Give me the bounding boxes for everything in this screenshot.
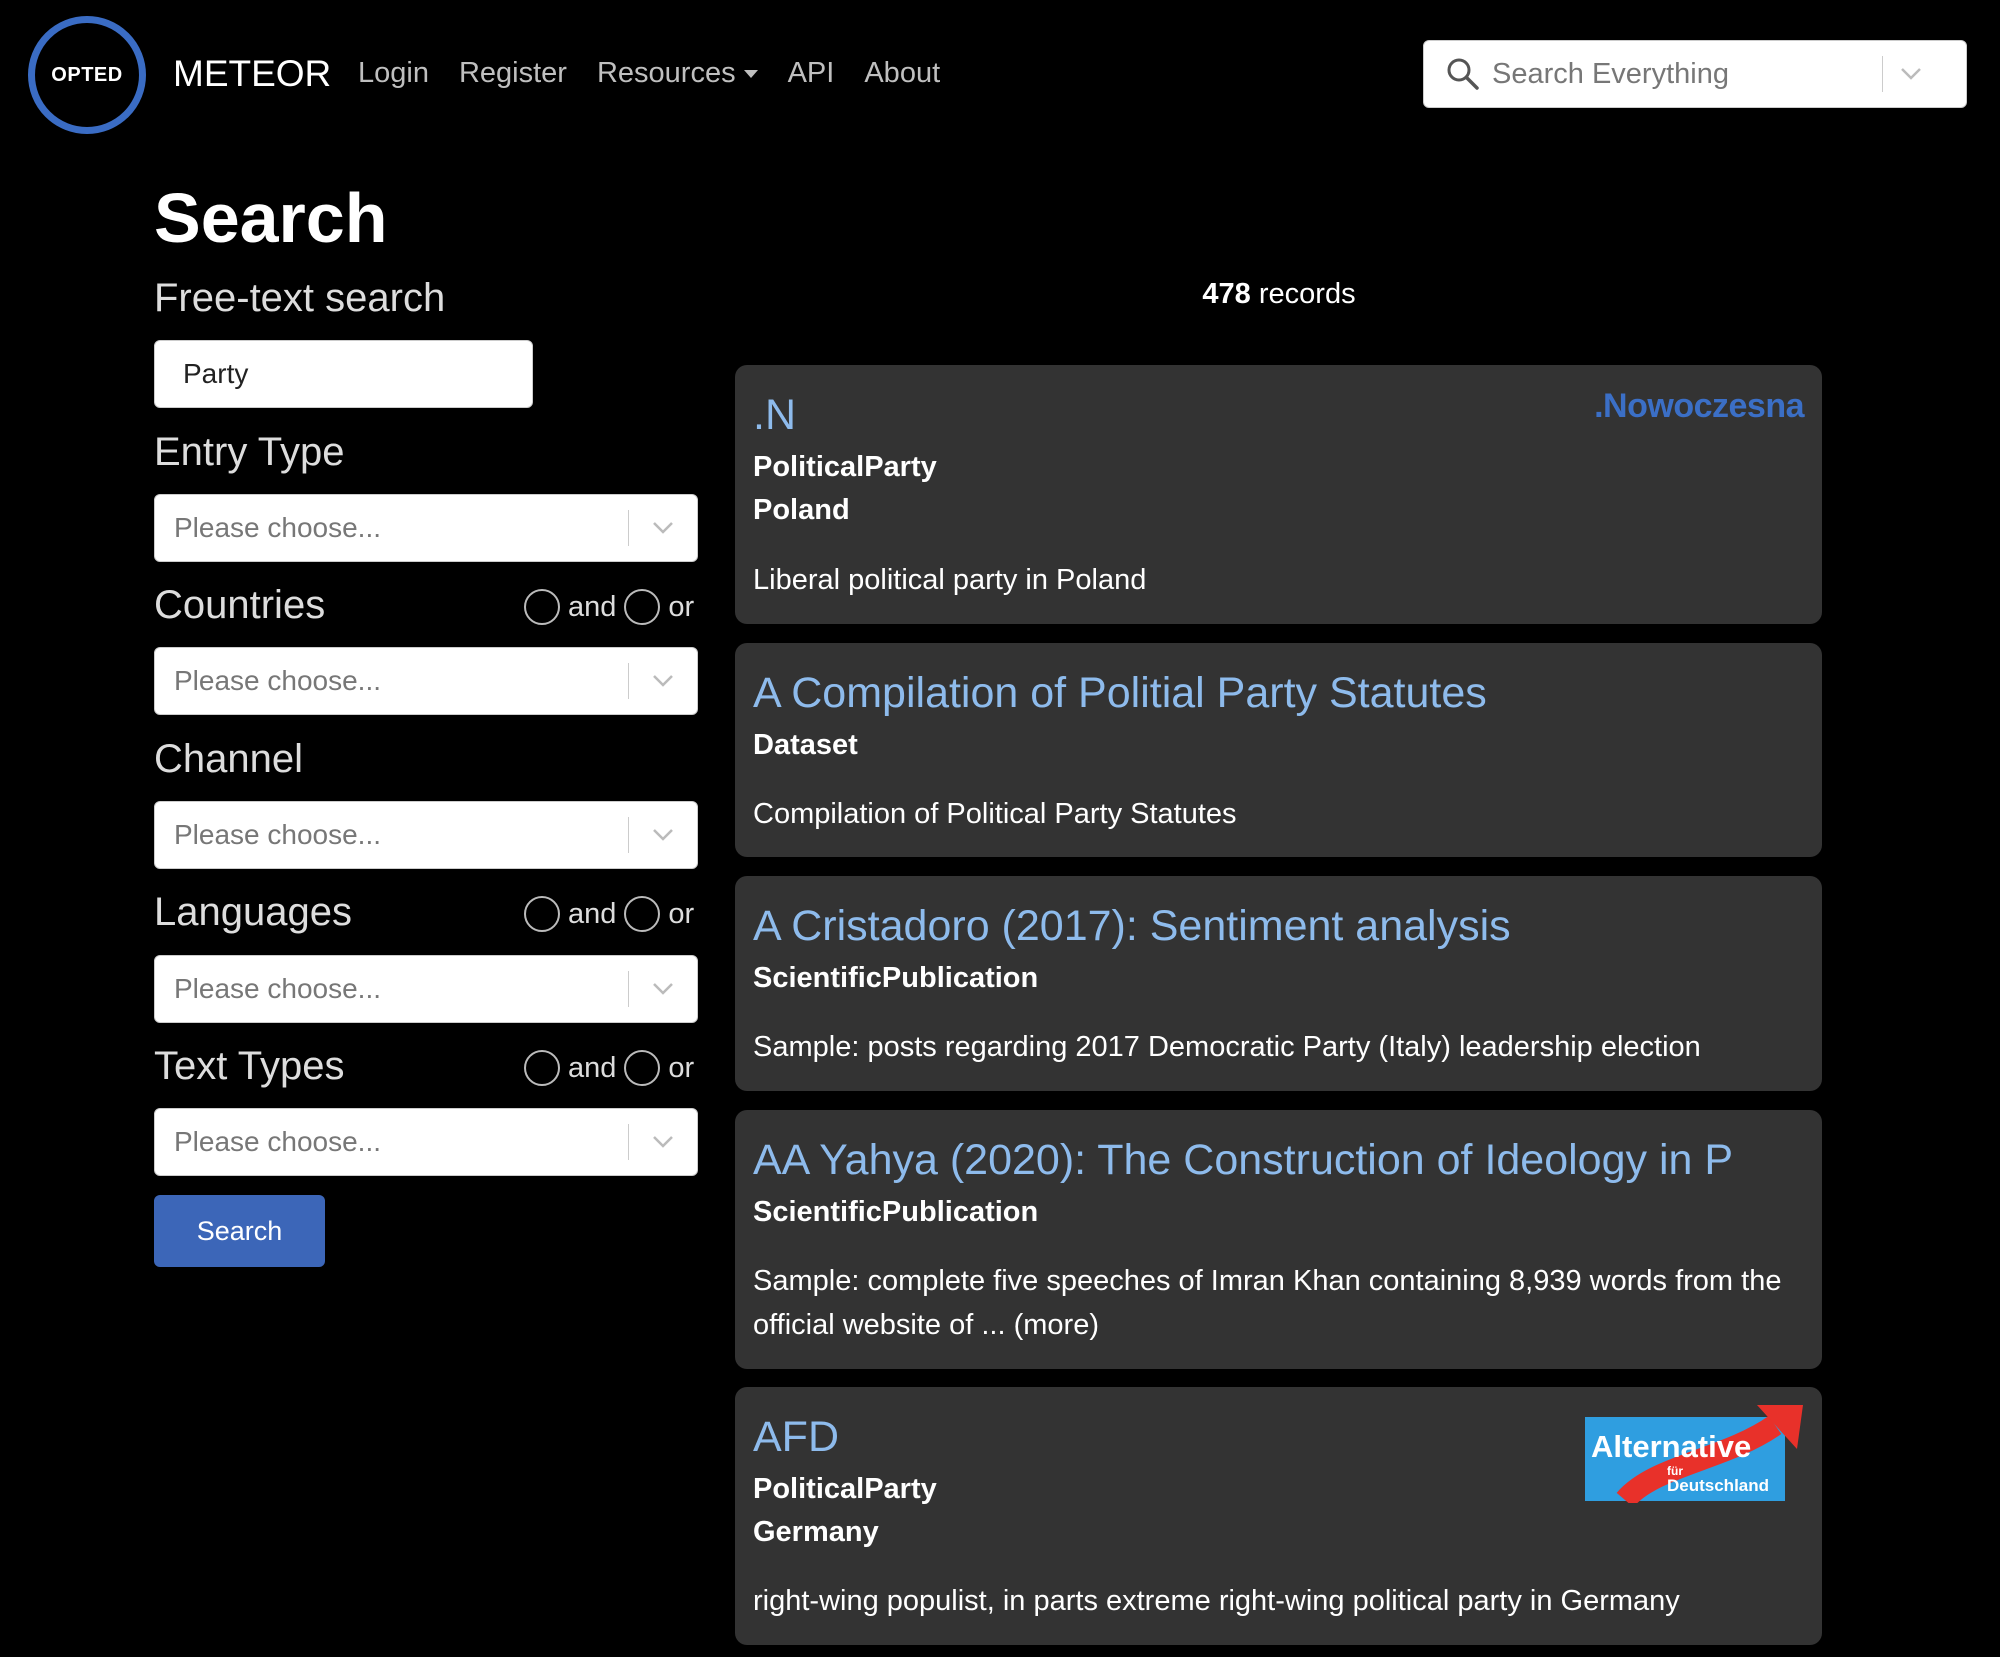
result-title[interactable]: .N: [753, 391, 796, 440]
text-types-label: Text Types: [154, 1044, 345, 1088]
page-title: Search: [154, 179, 388, 257]
text-types-select[interactable]: Please choose...: [154, 1108, 698, 1176]
result-card: A Cristadoro (2017): Sentiment analysis …: [735, 876, 1822, 1091]
chevron-down-icon: [653, 522, 673, 534]
nowoczesna-logo: .Nowoczesna: [1594, 387, 1804, 425]
result-title[interactable]: A Cristadoro (2017): Sentiment analysis: [753, 902, 1511, 951]
result-title[interactable]: AFD: [753, 1413, 839, 1462]
channel-label: Channel: [154, 737, 304, 781]
free-text-input[interactable]: [154, 340, 533, 408]
and-label: and: [568, 1051, 617, 1084]
text-types-or-radio[interactable]: [624, 1050, 661, 1086]
result-type: ScientificPublication: [753, 962, 1039, 994]
countries-select[interactable]: Please choose...: [154, 647, 698, 715]
languages-and-radio[interactable]: [524, 896, 560, 932]
result-card: A Compilation of Politial Party Statutes…: [735, 643, 1822, 857]
free-text-label: Free-text search: [154, 276, 446, 320]
or-label: or: [668, 1051, 695, 1084]
result-title[interactable]: A Compilation of Politial Party Statutes: [753, 669, 1487, 718]
countries-label: Countries: [154, 583, 326, 627]
countries-and-radio[interactable]: [524, 589, 560, 625]
result-description: Sample: posts regarding 2017 Democratic …: [753, 1031, 1701, 1063]
text-types-placeholder: Please choose...: [174, 1126, 382, 1157]
dropdown-toggle[interactable]: [629, 521, 697, 535]
chevron-down-icon: [653, 675, 673, 687]
chevron-down-icon: [653, 1136, 673, 1148]
dropdown-toggle[interactable]: [629, 828, 697, 842]
dropdown-toggle[interactable]: [629, 674, 697, 688]
nav-resources-dropdown[interactable]: Resources: [597, 57, 758, 90]
languages-select[interactable]: Please choose...: [154, 955, 698, 1023]
text-types-and-radio[interactable]: [524, 1050, 560, 1086]
dropdown-toggle[interactable]: [629, 1135, 697, 1149]
result-country: Germany: [753, 1516, 879, 1548]
afd-logo-graphic: Alternative für Deutschland: [1585, 1405, 1803, 1508]
result-title[interactable]: AA Yahya (2020): The Construction of Ide…: [753, 1136, 1733, 1185]
opted-logo[interactable]: OPTED: [28, 16, 146, 134]
global-search-box: [1423, 40, 1967, 108]
languages-or-radio[interactable]: [624, 896, 661, 932]
text-types-logic-toggle: and or: [524, 1050, 702, 1086]
result-type: PoliticalParty: [753, 451, 937, 483]
or-label: or: [668, 590, 695, 623]
countries-placeholder: Please choose...: [174, 665, 382, 696]
languages-logic-toggle: and or: [524, 896, 702, 932]
result-country: Poland: [753, 494, 850, 526]
records-count: 478 records: [1000, 278, 1558, 311]
navbar: OPTED METEOR Login Register Resources AP…: [0, 0, 2000, 150]
result-description: Liberal political party in Poland: [753, 564, 1147, 596]
result-description: Compilation of Political Party Statutes: [753, 798, 1237, 830]
records-number: 478: [1202, 278, 1251, 310]
nav-login[interactable]: Login: [358, 57, 429, 90]
global-search-input[interactable]: [1492, 57, 1882, 91]
and-label: and: [568, 590, 617, 623]
global-search-dropdown[interactable]: [1883, 67, 1939, 81]
result-description: Sample: complete five speeches of Imran …: [753, 1265, 1782, 1341]
entry-type-label: Entry Type: [154, 430, 345, 474]
result-card: .N PoliticalParty Poland Liberal politic…: [735, 365, 1822, 624]
afd-logo-sub2: Deutschland: [1667, 1476, 1769, 1495]
entry-type-select[interactable]: Please choose...: [154, 494, 698, 562]
entry-type-placeholder: Please choose...: [174, 512, 382, 543]
result-type: ScientificPublication: [753, 1196, 1039, 1228]
search-button[interactable]: Search: [154, 1195, 325, 1267]
languages-placeholder: Please choose...: [174, 973, 382, 1004]
languages-label: Languages: [154, 890, 352, 934]
result-type: PoliticalParty: [753, 1473, 937, 1505]
chevron-down-icon: [653, 829, 673, 841]
result-type: Dataset: [753, 729, 858, 761]
channel-select[interactable]: Please choose...: [154, 801, 698, 869]
afd-logo: Alternative für Deutschland: [1585, 1405, 1803, 1508]
afd-logo-main: Alternative: [1591, 1429, 1751, 1464]
dropdown-toggle[interactable]: [629, 982, 697, 996]
nav-register[interactable]: Register: [459, 57, 567, 90]
records-suffix: records: [1258, 278, 1356, 310]
chevron-down-icon: [653, 983, 673, 995]
channel-placeholder: Please choose...: [174, 819, 382, 850]
nav-resources-label: Resources: [596, 57, 736, 89]
countries-logic-toggle: and or: [524, 589, 702, 625]
nav-links: Login Register Resources API About: [358, 57, 970, 90]
and-label: and: [568, 897, 617, 930]
nav-api[interactable]: API: [788, 57, 835, 90]
chevron-down-icon: [1901, 68, 1921, 80]
search-icon: [1447, 58, 1479, 90]
or-label: or: [668, 897, 695, 930]
result-description: right-wing populist, in parts extreme ri…: [753, 1585, 1680, 1617]
nav-about[interactable]: About: [864, 57, 940, 90]
result-card: AFD PoliticalParty Germany right-wing po…: [735, 1387, 1822, 1645]
brand-name[interactable]: METEOR: [173, 53, 331, 95]
countries-or-radio[interactable]: [624, 589, 661, 625]
logo-text: OPTED: [43, 31, 131, 119]
result-card: AA Yahya (2020): The Construction of Ide…: [735, 1110, 1822, 1369]
caret-down-icon: [743, 69, 758, 78]
